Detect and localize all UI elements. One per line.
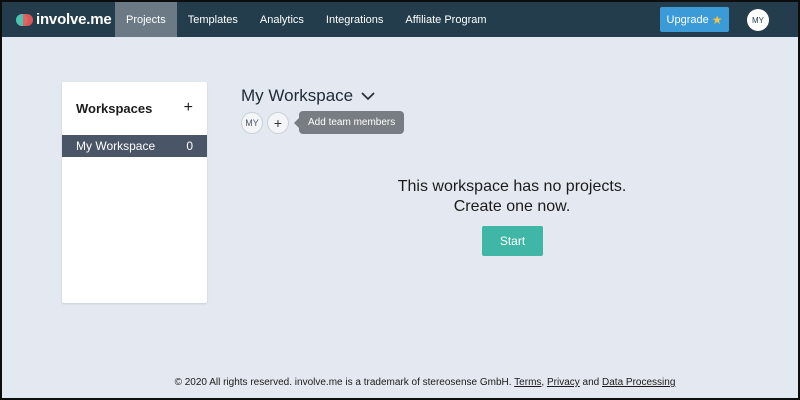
nav-analytics[interactable]: Analytics (249, 2, 315, 37)
upgrade-label: Upgrade (666, 13, 709, 26)
user-avatar[interactable]: MY (747, 9, 769, 31)
top-navbar: involve.me Projects Templates Analytics … (2, 2, 798, 37)
empty-state-line-2: Create one now. (453, 198, 571, 215)
workspaces-sidebar: Workspaces + My Workspace 0 (62, 82, 207, 303)
empty-state-message: This workspace has no projects. Create o… (332, 177, 692, 217)
main-nav: Projects Templates Analytics Integration… (115, 2, 498, 37)
add-member-button[interactable]: + (267, 112, 289, 134)
footer-and: and (582, 377, 600, 388)
sidebar-item-my-workspace[interactable]: My Workspace 0 (62, 135, 207, 157)
logo-text: involve.me (36, 11, 112, 28)
workspace-title-dropdown[interactable]: My Workspace (241, 86, 375, 106)
nav-templates[interactable]: Templates (177, 2, 249, 37)
sidebar-header: Workspaces + (62, 82, 207, 134)
chevron-down-icon (361, 92, 375, 101)
footer: © 2020 All rights reserved. involve.me i… (174, 377, 676, 388)
footer-copyright: © 2020 All rights reserved. involve.me i… (174, 377, 512, 388)
privacy-link[interactable]: Privacy (547, 377, 580, 388)
empty-state-line-1: This workspace has no projects. (397, 178, 627, 195)
workspace-title: My Workspace (241, 86, 354, 105)
logo-mark-icon (16, 11, 33, 28)
sidebar-item-count: 0 (186, 139, 193, 153)
star-icon: ★ (711, 12, 723, 27)
logo[interactable]: involve.me (2, 2, 115, 37)
nav-affiliate-program[interactable]: Affiliate Program (394, 2, 497, 37)
member-avatar[interactable]: MY (241, 112, 263, 134)
plus-icon: + (273, 115, 283, 131)
sidebar-title: Workspaces (76, 100, 153, 116)
start-button[interactable]: Start (482, 226, 543, 256)
sidebar-item-label: My Workspace (76, 139, 156, 153)
data-processing-link[interactable]: Data Processing (602, 377, 675, 388)
app-frame: involve.me Projects Templates Analytics … (2, 2, 798, 398)
upgrade-button[interactable]: Upgrade ★ (660, 7, 729, 32)
terms-link[interactable]: Terms (514, 377, 541, 388)
plus-icon[interactable]: + (184, 100, 193, 116)
nav-projects[interactable]: Projects (115, 2, 177, 37)
add-team-members-tooltip: Add team members (293, 111, 405, 134)
nav-integrations[interactable]: Integrations (315, 2, 394, 37)
workspace-members: MY + (241, 112, 289, 134)
